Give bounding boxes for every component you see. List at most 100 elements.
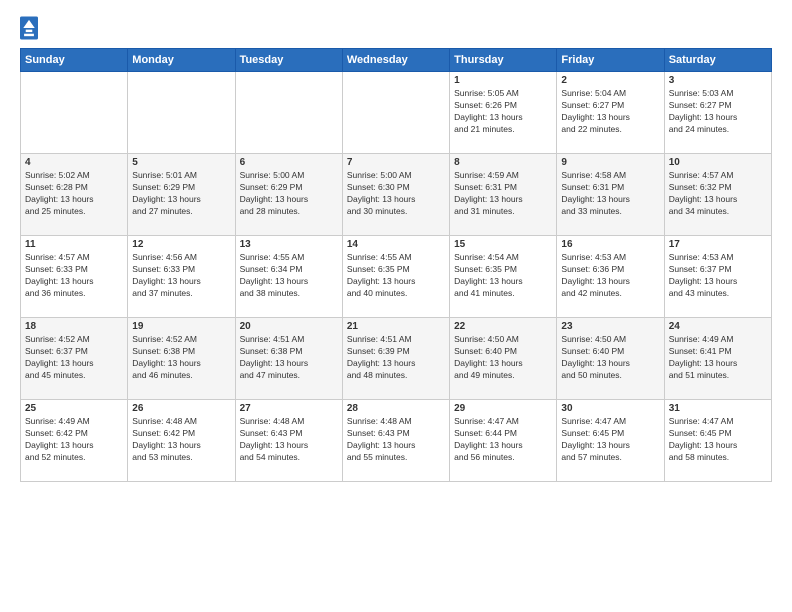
- day-info: Sunrise: 4:49 AM Sunset: 6:41 PM Dayligh…: [669, 334, 767, 382]
- day-info: Sunrise: 4:55 AM Sunset: 6:34 PM Dayligh…: [240, 252, 338, 300]
- day-cell: 21Sunrise: 4:51 AM Sunset: 6:39 PM Dayli…: [342, 318, 449, 400]
- day-number: 13: [240, 239, 338, 250]
- day-cell: 28 Sunrise: 4:48 AM Sunset: 6:43 PM Dayli…: [342, 400, 449, 482]
- day-cell: 15 Sunrise: 4:54 AM Sunset: 6:35 PM Dayli…: [450, 236, 557, 318]
- day-info: Sunrise: 4:56 AM Sunset: 6:33 PM Dayligh…: [132, 252, 230, 300]
- day-info: Sunrise: 4:50 AM Sunset: 6:40 PM Dayligh…: [561, 334, 659, 382]
- day-cell: 30 Sunrise: 4:47 AM Sunset: 6:45 PM Dayli…: [557, 400, 664, 482]
- day-cell: 29 Sunrise: 4:47 AM Sunset: 6:44 PM Dayli…: [450, 400, 557, 482]
- day-number: 18: [25, 321, 123, 332]
- day-cell: 24Sunrise: 4:49 AM Sunset: 6:41 PM Dayli…: [664, 318, 771, 400]
- col-header-thursday: Thursday: [450, 49, 557, 72]
- day-number: 22: [454, 321, 552, 332]
- day-cell: 12 Sunrise: 4:56 AM Sunset: 6:33 PM Dayli…: [128, 236, 235, 318]
- day-number: 19: [132, 321, 230, 332]
- day-cell: [342, 72, 449, 154]
- day-info: Sunrise: 4:49 AM Sunset: 6:42 PM Dayligh…: [25, 416, 123, 464]
- day-cell: 7 Sunrise: 5:00 AM Sunset: 6:30 PM Daylig…: [342, 154, 449, 236]
- day-info: Sunrise: 5:00 AM Sunset: 6:30 PM Dayligh…: [347, 170, 445, 218]
- col-header-saturday: Saturday: [664, 49, 771, 72]
- day-cell: 10 Sunrise: 4:57 AM Sunset: 6:32 PM Dayli…: [664, 154, 771, 236]
- day-cell: 16Sunrise: 4:53 AM Sunset: 6:36 PM Dayli…: [557, 236, 664, 318]
- header-row: SundayMondayTuesdayWednesdayThursdayFrid…: [21, 49, 772, 72]
- day-number: 25: [25, 403, 123, 414]
- day-number: 31: [669, 403, 767, 414]
- day-info: Sunrise: 5:02 AM Sunset: 6:28 PM Dayligh…: [25, 170, 123, 218]
- day-info: Sunrise: 4:52 AM Sunset: 6:38 PM Dayligh…: [132, 334, 230, 382]
- day-cell: 31 Sunrise: 4:47 AM Sunset: 6:45 PM Dayli…: [664, 400, 771, 482]
- col-header-monday: Monday: [128, 49, 235, 72]
- day-number: 11: [25, 239, 123, 250]
- day-info: Sunrise: 4:47 AM Sunset: 6:45 PM Dayligh…: [669, 416, 767, 464]
- day-cell: 22 Sunrise: 4:50 AM Sunset: 6:40 PM Dayli…: [450, 318, 557, 400]
- day-info: Sunrise: 4:51 AM Sunset: 6:38 PM Dayligh…: [240, 334, 338, 382]
- day-cell: [21, 72, 128, 154]
- day-cell: 2 Sunrise: 5:04 AM Sunset: 6:27 PM Daylig…: [557, 72, 664, 154]
- day-number: 17: [669, 239, 767, 250]
- day-cell: [128, 72, 235, 154]
- day-cell: 4Sunrise: 5:02 AM Sunset: 6:28 PM Daylig…: [21, 154, 128, 236]
- day-cell: 8 Sunrise: 4:59 AM Sunset: 6:31 PM Daylig…: [450, 154, 557, 236]
- day-info: Sunrise: 4:51 AM Sunset: 6:39 PM Dayligh…: [347, 334, 445, 382]
- week-row-5: 25 Sunrise: 4:49 AM Sunset: 6:42 PM Dayli…: [21, 400, 772, 482]
- day-cell: 6Sunrise: 5:00 AM Sunset: 6:29 PM Daylig…: [235, 154, 342, 236]
- week-row-1: 1Sunrise: 5:05 AM Sunset: 6:26 PM Daylig…: [21, 72, 772, 154]
- day-info: Sunrise: 5:00 AM Sunset: 6:29 PM Dayligh…: [240, 170, 338, 218]
- day-number: 9: [561, 157, 659, 168]
- day-cell: 13 Sunrise: 4:55 AM Sunset: 6:34 PM Dayli…: [235, 236, 342, 318]
- day-info: Sunrise: 4:48 AM Sunset: 6:43 PM Dayligh…: [347, 416, 445, 464]
- day-cell: [235, 72, 342, 154]
- day-cell: 20 Sunrise: 4:51 AM Sunset: 6:38 PM Dayli…: [235, 318, 342, 400]
- day-cell: 17 Sunrise: 4:53 AM Sunset: 6:37 PM Dayli…: [664, 236, 771, 318]
- day-info: Sunrise: 4:47 AM Sunset: 6:45 PM Dayligh…: [561, 416, 659, 464]
- logo-icon: [20, 16, 38, 40]
- week-row-3: 11Sunrise: 4:57 AM Sunset: 6:33 PM Dayli…: [21, 236, 772, 318]
- day-number: 3: [669, 75, 767, 86]
- day-cell: 11Sunrise: 4:57 AM Sunset: 6:33 PM Dayli…: [21, 236, 128, 318]
- col-header-wednesday: Wednesday: [342, 49, 449, 72]
- day-cell: 25 Sunrise: 4:49 AM Sunset: 6:42 PM Dayli…: [21, 400, 128, 482]
- col-header-friday: Friday: [557, 49, 664, 72]
- day-number: 14: [347, 239, 445, 250]
- day-cell: 23 Sunrise: 4:50 AM Sunset: 6:40 PM Dayli…: [557, 318, 664, 400]
- day-cell: 14Sunrise: 4:55 AM Sunset: 6:35 PM Dayli…: [342, 236, 449, 318]
- day-cell: 9Sunrise: 4:58 AM Sunset: 6:31 PM Daylig…: [557, 154, 664, 236]
- day-cell: 5 Sunrise: 5:01 AM Sunset: 6:29 PM Daylig…: [128, 154, 235, 236]
- calendar-table: SundayMondayTuesdayWednesdayThursdayFrid…: [20, 48, 772, 482]
- day-cell: 1Sunrise: 5:05 AM Sunset: 6:26 PM Daylig…: [450, 72, 557, 154]
- day-info: Sunrise: 4:50 AM Sunset: 6:40 PM Dayligh…: [454, 334, 552, 382]
- day-info: Sunrise: 4:47 AM Sunset: 6:44 PM Dayligh…: [454, 416, 552, 464]
- day-number: 29: [454, 403, 552, 414]
- day-info: Sunrise: 4:48 AM Sunset: 6:42 PM Dayligh…: [132, 416, 230, 464]
- day-number: 5: [132, 157, 230, 168]
- day-cell: 19 Sunrise: 4:52 AM Sunset: 6:38 PM Dayli…: [128, 318, 235, 400]
- day-number: 30: [561, 403, 659, 414]
- day-info: Sunrise: 4:57 AM Sunset: 6:32 PM Dayligh…: [669, 170, 767, 218]
- day-info: Sunrise: 5:05 AM Sunset: 6:26 PM Dayligh…: [454, 88, 552, 136]
- day-number: 15: [454, 239, 552, 250]
- day-info: Sunrise: 4:53 AM Sunset: 6:36 PM Dayligh…: [561, 252, 659, 300]
- day-number: 12: [132, 239, 230, 250]
- day-cell: 3Sunrise: 5:03 AM Sunset: 6:27 PM Daylig…: [664, 72, 771, 154]
- day-number: 28: [347, 403, 445, 414]
- day-info: Sunrise: 4:53 AM Sunset: 6:37 PM Dayligh…: [669, 252, 767, 300]
- page: SundayMondayTuesdayWednesdayThursdayFrid…: [0, 0, 792, 612]
- day-info: Sunrise: 4:52 AM Sunset: 6:37 PM Dayligh…: [25, 334, 123, 382]
- day-number: 23: [561, 321, 659, 332]
- day-number: 2: [561, 75, 659, 86]
- day-number: 10: [669, 157, 767, 168]
- header: [20, 16, 772, 40]
- day-info: Sunrise: 5:01 AM Sunset: 6:29 PM Dayligh…: [132, 170, 230, 218]
- day-info: Sunrise: 5:04 AM Sunset: 6:27 PM Dayligh…: [561, 88, 659, 136]
- day-number: 26: [132, 403, 230, 414]
- col-header-tuesday: Tuesday: [235, 49, 342, 72]
- day-number: 27: [240, 403, 338, 414]
- day-number: 8: [454, 157, 552, 168]
- day-info: Sunrise: 4:59 AM Sunset: 6:31 PM Dayligh…: [454, 170, 552, 218]
- day-number: 7: [347, 157, 445, 168]
- day-number: 20: [240, 321, 338, 332]
- day-info: Sunrise: 4:54 AM Sunset: 6:35 PM Dayligh…: [454, 252, 552, 300]
- day-cell: 27Sunrise: 4:48 AM Sunset: 6:43 PM Dayli…: [235, 400, 342, 482]
- week-row-2: 4Sunrise: 5:02 AM Sunset: 6:28 PM Daylig…: [21, 154, 772, 236]
- day-cell: 26 Sunrise: 4:48 AM Sunset: 6:42 PM Dayli…: [128, 400, 235, 482]
